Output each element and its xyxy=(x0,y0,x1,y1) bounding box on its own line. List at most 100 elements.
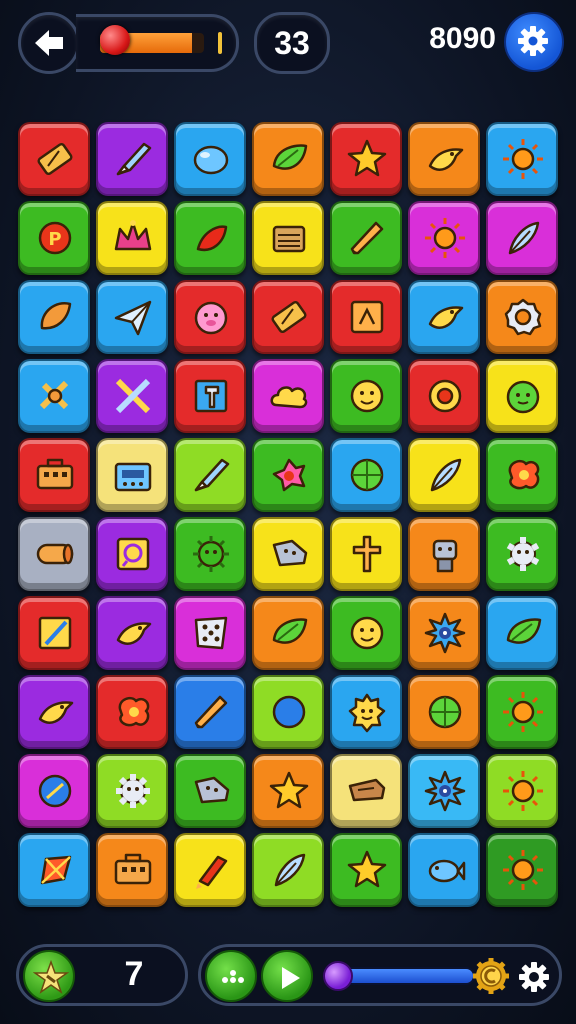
slime-face-icon xyxy=(506,380,540,414)
game-tile[interactable] xyxy=(486,833,558,907)
game-tile[interactable] xyxy=(252,122,324,196)
game-tile[interactable] xyxy=(252,359,324,433)
robot-icon xyxy=(432,539,458,573)
game-tile[interactable] xyxy=(486,280,558,354)
game-tile[interactable] xyxy=(252,754,324,828)
game-tile[interactable] xyxy=(96,122,168,196)
crown-icon xyxy=(114,220,152,251)
hammer-icon xyxy=(194,379,228,413)
game-tile[interactable] xyxy=(18,359,90,433)
game-board: P xyxy=(18,122,562,918)
cloud-icon xyxy=(270,386,308,409)
game-tile[interactable] xyxy=(174,833,246,907)
swords-icon xyxy=(39,380,69,410)
game-tile[interactable] xyxy=(18,754,90,828)
game-tile[interactable] xyxy=(18,596,90,670)
progress-track xyxy=(335,967,475,985)
game-tile[interactable] xyxy=(486,517,558,591)
game-tile[interactable] xyxy=(96,517,168,591)
scroll-icon xyxy=(36,543,74,565)
game-tile[interactable] xyxy=(486,438,558,512)
leaf-icon xyxy=(272,144,308,170)
game-tile[interactable] xyxy=(96,596,168,670)
brush-icon xyxy=(116,142,152,176)
game-tile[interactable] xyxy=(486,122,558,196)
game-tile[interactable] xyxy=(252,280,324,354)
bird-icon xyxy=(116,622,152,645)
game-tile[interactable] xyxy=(252,675,324,749)
gear-icon xyxy=(518,26,548,56)
feather-icon xyxy=(508,221,540,255)
bonus-panel: 7 xyxy=(16,944,188,1006)
progress-knob[interactable] xyxy=(323,961,353,991)
game-tile[interactable] xyxy=(408,596,480,670)
game-tile[interactable] xyxy=(174,359,246,433)
game-tile[interactable] xyxy=(330,517,402,591)
game-tile[interactable] xyxy=(18,280,90,354)
game-tile[interactable] xyxy=(96,359,168,433)
game-tile[interactable] xyxy=(252,517,324,591)
game-tile[interactable] xyxy=(330,280,402,354)
game-tile[interactable] xyxy=(252,438,324,512)
gear-icon[interactable] xyxy=(517,960,551,994)
game-tile[interactable] xyxy=(330,438,402,512)
game-tile[interactable] xyxy=(174,201,246,275)
game-tile[interactable] xyxy=(486,201,558,275)
game-tile[interactable] xyxy=(408,833,480,907)
game-tile[interactable] xyxy=(408,280,480,354)
game-tile[interactable] xyxy=(330,833,402,907)
game-tile[interactable] xyxy=(408,754,480,828)
ball-icon xyxy=(350,458,384,492)
game-tile[interactable] xyxy=(330,201,402,275)
game-tile[interactable] xyxy=(408,438,480,512)
game-tile[interactable] xyxy=(174,675,246,749)
game-tile[interactable] xyxy=(96,833,168,907)
game-tile[interactable] xyxy=(96,675,168,749)
game-tile[interactable] xyxy=(252,596,324,670)
game-tile[interactable] xyxy=(96,438,168,512)
game-tile[interactable] xyxy=(330,754,402,828)
game-tile[interactable] xyxy=(18,675,90,749)
game-tile[interactable] xyxy=(174,122,246,196)
game-tile[interactable] xyxy=(96,280,168,354)
game-tile[interactable]: P xyxy=(18,201,90,275)
game-tile[interactable] xyxy=(18,122,90,196)
game-tile[interactable] xyxy=(330,359,402,433)
game-tile[interactable] xyxy=(408,517,480,591)
back-button[interactable] xyxy=(18,12,80,74)
game-tile[interactable] xyxy=(174,754,246,828)
pencil-icon xyxy=(350,221,384,255)
settings-button[interactable] xyxy=(504,12,564,72)
progress-fill xyxy=(337,969,473,983)
radio-icon xyxy=(114,462,152,492)
game-tile[interactable] xyxy=(18,517,90,591)
game-tile[interactable] xyxy=(408,359,480,433)
game-tile[interactable] xyxy=(486,596,558,670)
bubble-icon xyxy=(193,145,229,175)
play-button[interactable] xyxy=(261,950,313,1002)
game-tile[interactable] xyxy=(174,517,246,591)
game-tile[interactable] xyxy=(174,280,246,354)
game-tile[interactable] xyxy=(486,359,558,433)
game-tile[interactable] xyxy=(486,754,558,828)
compass-icon xyxy=(272,695,306,729)
game-tile[interactable] xyxy=(486,675,558,749)
game-tile[interactable] xyxy=(330,675,402,749)
game-tile[interactable] xyxy=(18,833,90,907)
game-tile[interactable] xyxy=(330,596,402,670)
star-burst-icon xyxy=(33,960,69,994)
game-tile[interactable] xyxy=(96,754,168,828)
bonus-button[interactable] xyxy=(23,950,75,1002)
game-tile[interactable] xyxy=(408,675,480,749)
hint-button[interactable] xyxy=(205,950,257,1002)
game-tile[interactable] xyxy=(408,122,480,196)
game-tile[interactable] xyxy=(96,201,168,275)
game-tile[interactable] xyxy=(18,438,90,512)
game-tile[interactable] xyxy=(330,122,402,196)
gear-face-icon xyxy=(116,774,150,808)
game-tile[interactable] xyxy=(174,438,246,512)
game-tile[interactable] xyxy=(408,201,480,275)
game-tile[interactable] xyxy=(252,833,324,907)
game-tile[interactable] xyxy=(252,201,324,275)
game-tile[interactable] xyxy=(174,596,246,670)
